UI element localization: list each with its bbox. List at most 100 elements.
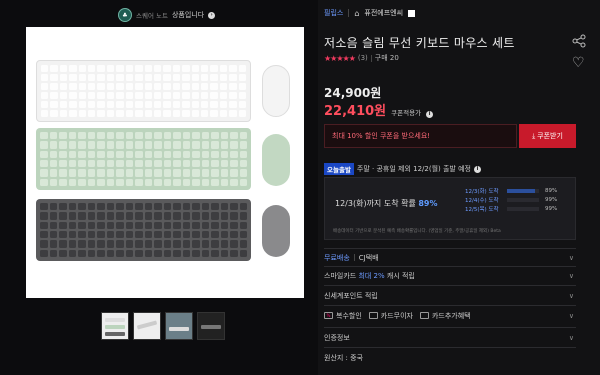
keycap [182,150,190,158]
keycap [172,92,181,99]
keycap [230,169,238,177]
smile-card-row[interactable]: 스마일카드 최대 2% 캐시 적립 ∨ [324,269,576,282]
keycap [59,141,67,149]
keycap [144,212,152,220]
info-icon[interactable]: i [426,110,434,118]
keycap [116,101,124,108]
certification-row[interactable]: 인증정보 ∨ [324,331,576,344]
card-icon [419,312,429,319]
keycap [97,74,105,81]
keycap [191,83,199,90]
keycap [230,203,238,211]
keycap [172,83,181,90]
shipping-row[interactable]: 무료배송 CJ택배 ∨ [324,251,576,264]
info-icon[interactable]: i [473,165,481,173]
keycap [163,150,171,158]
keycap [172,74,181,81]
keycap [125,169,133,177]
keycap [125,221,133,229]
keycap [69,74,77,81]
benefit-chips-row[interactable]: % 복수할인 카드무이자 카드추가혜택 ∨ [324,309,576,322]
keycap [144,249,152,257]
arrival-day-list: 12/3(화) 도착 89% 12/4(수) 도착 99% 12/5(목) 도착 99% [465,186,569,213]
card-interest-free-chip[interactable]: 카드무이자 [368,311,413,321]
keycap [144,160,152,168]
chevron-down-icon: ∨ [568,271,574,280]
keycap [106,249,114,257]
keycap [135,132,143,140]
keycap [69,101,77,108]
breadcrumb-category[interactable]: 필립스 [324,8,343,18]
keycap [97,150,105,158]
keycap [87,240,95,248]
white-keyboard-image [36,60,251,122]
thumbnail-2[interactable] [133,312,161,340]
keycap [135,65,143,72]
keycap [192,249,200,257]
arrival-probability: 12/3(화)까지 도착 확률 89% [335,199,438,208]
seller-bar[interactable]: ♣ 스퀘어 노트 상품입니다 › [118,8,216,22]
main-product-image[interactable] [26,27,304,298]
keycap [154,169,162,177]
keycap [182,249,190,257]
green-mouse-image [262,134,290,186]
thumbnail-4[interactable] [197,312,225,340]
keycap [182,141,190,149]
origin-info: 원산지 : 중국 [324,354,364,362]
multi-discount-chip[interactable]: % 복수할인 [324,311,362,321]
keycap [49,160,57,168]
keycap [239,203,247,211]
delivery-note: 배송데이터 기반으로 분석된 예측 배송확률입니다. (영업일 기준, 주말/공… [333,229,501,234]
keycap [163,132,171,140]
keycap [125,132,133,140]
share-icon[interactable] [572,34,588,50]
star-rating: ★★★★★ [324,53,356,63]
keycap [87,150,95,158]
keycap [106,132,114,140]
keycap [106,169,114,177]
keycap [201,212,209,220]
keycap [49,178,57,186]
keycap [106,203,114,211]
keycap [97,231,105,239]
keycap [49,132,57,140]
keycap [239,160,247,168]
shinsegae-point-row[interactable]: 신세계포인트 적립 ∨ [324,289,576,302]
keycap [68,160,76,168]
keycap [230,132,238,140]
home-icon[interactable]: ⌂ [354,9,359,18]
keycap [144,240,152,248]
keycap [154,150,162,158]
thumbnail-1[interactable] [101,312,129,340]
keycap [182,65,190,72]
thumbnail-3[interactable] [165,312,193,340]
keycap [192,141,200,149]
keycap [97,221,105,229]
keycap [200,74,209,81]
thumbnail-strip [101,312,225,340]
keycap [144,65,152,72]
product-title: 저소음 슬림 무선 키보드 마우스 세트 [324,36,515,50]
keycap [220,203,228,211]
heart-icon[interactable]: ♡ [572,55,588,71]
breadcrumb-brand[interactable]: 퓨전에프엔씨 [364,8,403,18]
review-count[interactable]: (3) [358,54,368,62]
keycap [201,203,209,211]
keycap [238,92,246,99]
keycap [144,92,152,99]
coupon-download-button[interactable]: ⤓ 쿠폰받기 [519,124,576,148]
keycap [68,132,76,140]
keycap [97,141,105,149]
keycap [144,150,152,158]
keycap [201,221,209,229]
info-icon[interactable]: › [208,11,216,19]
card-extra-benefit-chip[interactable]: 카드추가혜택 [419,311,471,321]
keycap [191,110,199,117]
keycap [135,160,143,168]
keycap [88,92,96,99]
keycap [191,74,199,81]
keycap [68,221,76,229]
keycap [106,178,114,186]
keycap [238,110,246,117]
keycap [220,141,228,149]
